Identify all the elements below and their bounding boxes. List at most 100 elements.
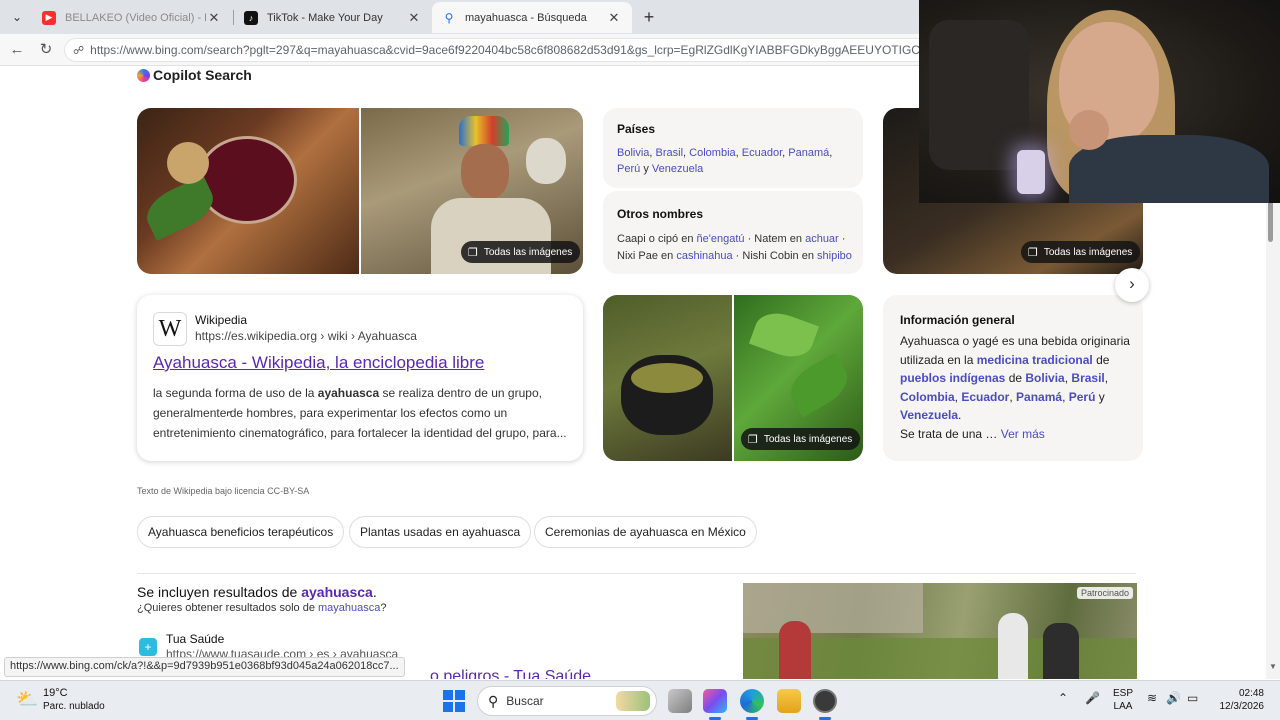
new-tab-button[interactable]: + bbox=[638, 6, 660, 28]
leaf-shape bbox=[783, 352, 855, 418]
wiki-site-name: Wikipedia bbox=[195, 313, 248, 327]
language-link[interactable]: ñe'engatú bbox=[697, 233, 745, 245]
all-images-button[interactable]: ❐ Todas las imágenes bbox=[1021, 241, 1141, 263]
weather-temperature[interactable]: 19°C bbox=[43, 687, 68, 699]
country-link[interactable]: Colombia bbox=[900, 390, 955, 404]
related-search-chip[interactable]: Ayahuasca beneficios terapéuticos bbox=[137, 516, 345, 548]
images-icon: ❐ bbox=[1028, 246, 1038, 259]
country-link[interactable]: Perú bbox=[617, 163, 640, 175]
country-link[interactable]: Colombia bbox=[689, 147, 735, 159]
general-info-text: Ayahuasca o yagé es una bebida originari… bbox=[900, 334, 1130, 441]
country-link[interactable]: Venezuela bbox=[900, 408, 958, 422]
other-names-line-1: Caapi o cipó en ñe'engatú · Natem en ach… bbox=[617, 233, 846, 245]
copilot-search-label: Copilot Search bbox=[153, 67, 252, 83]
scroll-down-arrow-icon[interactable]: ▼ bbox=[1266, 662, 1280, 674]
related-search-chip[interactable]: Plantas usadas en ayahuasca bbox=[349, 516, 532, 548]
snippet-highlight: ayahuasca bbox=[317, 386, 380, 400]
tab-actions-menu[interactable]: ⌄ bbox=[6, 7, 28, 27]
country-link[interactable]: Ecuador bbox=[961, 390, 1009, 404]
corrected-term-link[interactable]: ayahuasca bbox=[301, 584, 373, 600]
close-tab-icon[interactable]: ✕ bbox=[206, 10, 222, 26]
country-link[interactable]: Perú bbox=[1069, 390, 1096, 404]
obs-app-icon[interactable] bbox=[813, 689, 837, 713]
leaf-shape bbox=[139, 175, 221, 241]
weather-cloud-sun-icon[interactable]: ⛅ bbox=[16, 689, 38, 711]
country-link[interactable]: Venezuela bbox=[652, 163, 703, 175]
text-cursor-icon: ⌜ bbox=[226, 409, 233, 425]
notice-text: ? bbox=[380, 602, 387, 614]
wifi-icon[interactable]: ≋ bbox=[1147, 691, 1157, 705]
taskbar-search[interactable]: ⚲ Buscar bbox=[477, 686, 657, 716]
volume-icon[interactable]: 🔊 bbox=[1166, 691, 1181, 705]
system-clock[interactable]: 02:48 12/3/2026 bbox=[1212, 687, 1265, 713]
info-link[interactable]: pueblos indígenas bbox=[900, 371, 1005, 385]
edge-browser-icon[interactable] bbox=[740, 689, 764, 713]
language-link[interactable]: achuar bbox=[805, 233, 839, 245]
tab-title: mayahuasca - Búsqueda bbox=[465, 11, 587, 24]
start-button[interactable] bbox=[443, 690, 465, 712]
close-tab-icon[interactable]: ✕ bbox=[406, 10, 422, 26]
info-link[interactable]: medicina tradicional bbox=[977, 353, 1093, 367]
input-language-indicator[interactable]: ESP LAA bbox=[1113, 687, 1133, 713]
reload-button[interactable]: ↻ bbox=[34, 39, 58, 61]
show-hidden-icons-chevron-icon[interactable]: ⌃ bbox=[1058, 691, 1068, 705]
country-link[interactable]: Brasil bbox=[1071, 371, 1104, 385]
wiki-breadcrumb[interactable]: https://es.wikipedia.org › wiki › Ayahua… bbox=[195, 329, 417, 343]
ayahuasca-ingredients-image[interactable] bbox=[137, 108, 359, 274]
wikipedia-result-card: W Wikipedia https://es.wikipedia.org › w… bbox=[137, 295, 583, 461]
country-link[interactable]: Brasil bbox=[656, 147, 684, 159]
country-link[interactable]: Panamá bbox=[1016, 390, 1062, 404]
country-link[interactable]: Bolivia bbox=[1025, 371, 1064, 385]
headdress-shape bbox=[459, 116, 509, 146]
close-tab-icon[interactable]: ✕ bbox=[606, 10, 622, 26]
sponsored-label: Patrocinado bbox=[1076, 587, 1133, 599]
cooking-pot-image[interactable] bbox=[603, 295, 732, 461]
site-info-icon[interactable]: ☍ bbox=[73, 44, 84, 57]
hand-shape bbox=[1069, 110, 1109, 150]
tuasaude-favicon-icon: + bbox=[139, 638, 157, 656]
countries-section: Países Bolivia, Brasil, Colombia, Ecuado… bbox=[603, 108, 863, 188]
original-term-link[interactable]: mayahuasca bbox=[318, 602, 380, 614]
back-button[interactable]: ← bbox=[5, 39, 29, 61]
url-text: https://www.bing.com/search?pglt=297&q=m… bbox=[90, 43, 944, 57]
person-shape bbox=[1043, 623, 1079, 679]
country-link[interactable]: Ecuador bbox=[742, 147, 782, 159]
country-link[interactable]: Bolivia bbox=[617, 147, 649, 159]
task-view-icon[interactable] bbox=[668, 689, 692, 713]
language-link[interactable]: shipibo bbox=[817, 250, 852, 262]
copilot-app-icon[interactable] bbox=[703, 689, 727, 713]
language-link[interactable]: cashinahua bbox=[676, 250, 732, 262]
tab-title: TikTok - Make Your Day bbox=[267, 11, 383, 24]
all-images-button[interactable]: ❐ Todas las imágenes bbox=[741, 428, 861, 450]
tab-bellakeo[interactable]: ▶ BELLAKEO (Video Oficial) - Peso P ✕ bbox=[32, 2, 232, 33]
all-images-button[interactable]: ❐ Todas las imágenes bbox=[461, 241, 581, 263]
search-icon: ⚲ bbox=[488, 692, 499, 709]
see-more-link[interactable]: Ver más bbox=[1001, 427, 1045, 441]
country-link[interactable]: Panamá bbox=[788, 147, 829, 159]
url-field[interactable]: ☍ https://www.bing.com/search?pglt=297&q… bbox=[64, 38, 944, 62]
related-search-chip[interactable]: Ceremonias de ayahuasca en México bbox=[534, 516, 757, 548]
copilot-search-header[interactable]: Copilot Search bbox=[137, 67, 252, 83]
image-card-preparation[interactable]: ❐ Todas las imágenes bbox=[603, 295, 863, 461]
scrollbar-thumb[interactable] bbox=[1268, 200, 1273, 242]
tab-title: BELLAKEO (Video Oficial) - Peso P bbox=[65, 11, 206, 24]
sponsored-ad-image[interactable]: Patrocinado bbox=[743, 583, 1137, 679]
brew-shape bbox=[631, 363, 703, 393]
tab-tiktok[interactable]: ♪ TikTok - Make Your Day ✕ bbox=[234, 2, 432, 33]
microphone-icon[interactable]: 🎤 bbox=[1085, 691, 1100, 705]
countries-list: Bolivia, Brasil, Colombia, Ecuador, Pana… bbox=[617, 147, 833, 175]
keyboard-layout-code: LAA bbox=[1113, 701, 1133, 712]
slice-shape bbox=[167, 142, 209, 184]
search-placeholder: Buscar bbox=[506, 694, 544, 708]
file-explorer-icon[interactable] bbox=[777, 689, 801, 713]
carousel-next-button[interactable]: › bbox=[1115, 268, 1149, 302]
battery-icon[interactable]: ▭ bbox=[1187, 691, 1198, 705]
result-title-link[interactable]: o peligros - Tua Saúde bbox=[430, 668, 591, 679]
snippet-text: la segunda forma de uso de la bbox=[153, 386, 318, 400]
weather-description[interactable]: Parc. nublado bbox=[43, 701, 105, 712]
other-names-line-2: Nixi Pae en cashinahua · Nishi Cobin en … bbox=[617, 250, 852, 262]
bing-search-icon: ⚲ bbox=[444, 10, 454, 25]
image-card-ayahuasca[interactable]: ❐ Todas las imágenes bbox=[137, 108, 583, 274]
tab-bing-search[interactable]: ⚲ mayahuasca - Búsqueda ✕ bbox=[432, 2, 632, 33]
wiki-result-title-link[interactable]: Ayahuasca - Wikipedia, la enciclopedia l… bbox=[153, 353, 484, 373]
